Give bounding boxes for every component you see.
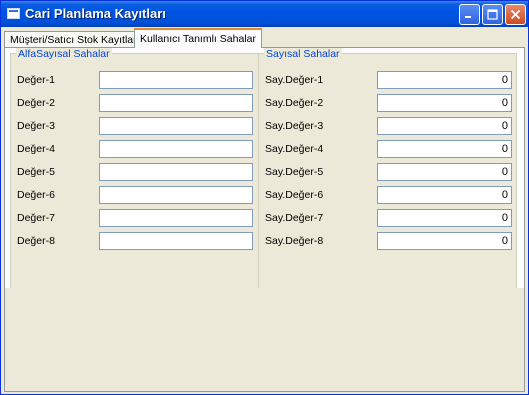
alpha-value-label-3: Değer-3 [17,120,55,132]
close-button[interactable] [505,4,526,25]
alpha-value-label-4: Değer-4 [17,143,55,155]
window-title: Cari Planlama Kayıtları [25,6,166,21]
numeric-value-field-3[interactable] [377,117,512,135]
numeric-value-row-3: Say.Değer-3 [259,117,516,135]
title-bar[interactable]: Cari Planlama Kayıtları [1,1,528,27]
alpha-group-title: AlfaSayısal Sahalar [16,48,112,60]
tab-kullanici-tanimli-sahalar[interactable]: Kullanıcı Tanımlı Sahalar [134,28,262,48]
alpha-value-field-5[interactable] [99,163,253,181]
numeric-value-row-6: Say.Değer-6 [259,186,516,204]
numeric-value-row-5: Say.Değer-5 [259,163,516,181]
numeric-value-label-7: Say.Değer-7 [265,212,324,224]
numeric-value-field-8[interactable] [377,232,512,250]
alpha-value-row-1: Değer-1 [11,71,258,89]
alpha-value-field-8[interactable] [99,232,253,250]
numeric-value-field-5[interactable] [377,163,512,181]
numeric-value-field-4[interactable] [377,140,512,158]
alpha-value-row-6: Değer-6 [11,186,258,204]
numeric-value-label-3: Say.Değer-3 [265,120,324,132]
numeric-value-row-1: Say.Değer-1 [259,71,516,89]
numeric-value-row-4: Say.Değer-4 [259,140,516,158]
minimize-button[interactable] [459,4,480,25]
numeric-group-title: Sayısal Sahalar [264,48,342,60]
alpha-value-label-2: Değer-2 [17,97,55,109]
numeric-value-label-5: Say.Değer-5 [265,166,324,178]
alpha-value-label-8: Değer-8 [17,235,55,247]
alpha-value-field-1[interactable] [99,71,253,89]
numeric-value-label-6: Say.Değer-6 [265,189,324,201]
alpha-value-label-5: Değer-5 [17,166,55,178]
alpha-value-field-2[interactable] [99,94,253,112]
app-window: Cari Planlama Kayıtları Müşteri/Satıcı S… [0,0,529,395]
alpha-value-label-6: Değer-6 [17,189,55,201]
empty-area [5,288,524,391]
numeric-value-row-8: Say.Değer-8 [259,232,516,250]
alpha-value-row-8: Değer-8 [11,232,258,250]
minimize-icon [465,16,471,18]
window-icon[interactable] [7,8,20,19]
tab-page: AlfaSayısal Sahalar Değer-1 Değer-2 Değer-… [4,47,525,392]
numeric-value-field-6[interactable] [377,186,512,204]
alpha-value-row-4: Değer-4 [11,140,258,158]
maximize-button[interactable] [482,4,503,25]
numeric-group: Sayısal Sahalar Say.Değer-1 Say.Değer-2 Sa… [258,48,517,289]
numeric-value-label-8: Say.Değer-8 [265,235,324,247]
numeric-value-field-1[interactable] [377,71,512,89]
alpha-value-row-5: Değer-5 [11,163,258,181]
numeric-value-label-1: Say.Değer-1 [265,74,324,86]
maximize-icon [487,9,498,20]
tab-strip: Müşteri/Satıcı Stok Kayıtları Kullanıcı … [4,28,527,48]
close-icon [510,9,521,20]
numeric-value-row-7: Say.Değer-7 [259,209,516,227]
numeric-value-label-2: Say.Değer-2 [265,97,324,109]
numeric-value-field-2[interactable] [377,94,512,112]
alpha-value-field-6[interactable] [99,186,253,204]
alpha-value-field-3[interactable] [99,117,253,135]
numeric-value-field-7[interactable] [377,209,512,227]
numeric-value-row-2: Say.Değer-2 [259,94,516,112]
alpha-value-label-7: Değer-7 [17,212,55,224]
alpha-value-field-4[interactable] [99,140,253,158]
tab-musteri-satici-stok[interactable]: Müşteri/Satıcı Stok Kayıtları [4,31,146,48]
alpha-value-row-2: Değer-2 [11,94,258,112]
numeric-value-label-4: Say.Değer-4 [265,143,324,155]
alpha-group: AlfaSayısal Sahalar Değer-1 Değer-2 Değer-… [10,48,259,289]
alpha-value-field-7[interactable] [99,209,253,227]
alpha-value-row-3: Değer-3 [11,117,258,135]
alpha-value-row-7: Değer-7 [11,209,258,227]
alpha-value-label-1: Değer-1 [17,74,55,86]
